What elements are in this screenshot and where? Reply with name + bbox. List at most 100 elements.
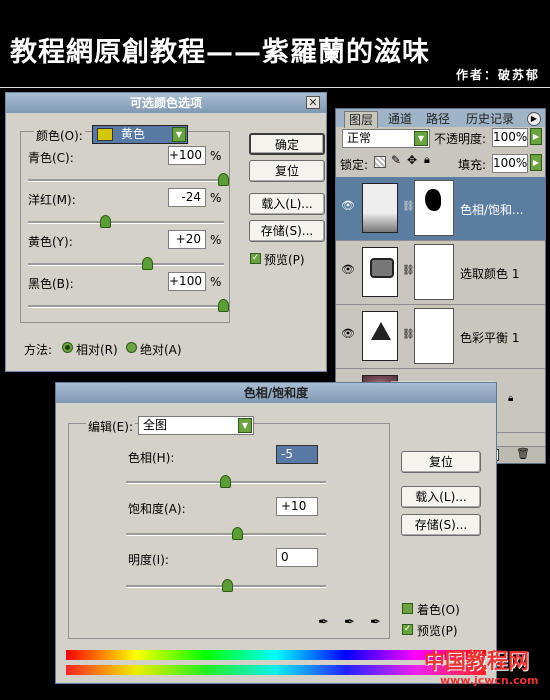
slider-handle[interactable] (218, 173, 229, 186)
preview-label: 预览(P) (417, 624, 458, 638)
slider-label: 黑色(B): (28, 277, 74, 291)
hue-saturation-dialog: 色相/饱和度 编辑(E): 全图 ▼ 色相(H): -5 饱和度(A): +10… (55, 382, 497, 684)
absolute-radio[interactable] (126, 342, 137, 353)
color-select-value: 黄色 (120, 127, 145, 141)
edit-select-value: 全图 (143, 418, 168, 432)
lock-label: 锁定: (340, 158, 369, 172)
visibility-eye-icon[interactable]: 👁︎ (340, 263, 356, 277)
dialog-title-bar: 可选颜色选项 (6, 93, 326, 113)
thumb-glyph (370, 258, 394, 278)
saturation-label: 饱和度(A): (128, 502, 186, 516)
load-button[interactable]: 载入(L)... (249, 193, 325, 215)
percent-unit: % (210, 233, 222, 247)
fill-input[interactable]: 100% (492, 154, 528, 173)
tab-history[interactable]: 历史记录 (462, 111, 518, 127)
visibility-eye-icon[interactable]: 👁︎ (340, 199, 356, 213)
selective-color-dialog: 可选颜色选项 ✕ 颜色(O): 黄色 ▼ 方法: 相对(R) 绝对(A) 确定 … (5, 92, 327, 372)
preview-checkbox[interactable]: ✓ (402, 624, 413, 635)
panel-tabs: 图层 通道 路径 历史记录 ▶ (336, 109, 545, 128)
slider-track[interactable] (28, 221, 224, 224)
saturation-input[interactable]: +10 (276, 497, 318, 516)
visibility-eye-icon[interactable]: 👁︎ (340, 327, 356, 341)
chevron-down-icon: ▼ (172, 127, 186, 142)
percent-unit: % (210, 275, 222, 289)
layer-name: 色彩平衡 1 (460, 331, 520, 345)
colorize-label: 着色(O) (417, 603, 460, 617)
lightness-slider-handle[interactable] (222, 579, 233, 592)
ok-button[interactable]: 确定 (249, 133, 325, 155)
reset-button[interactable]: 复位 (401, 451, 481, 473)
saturation-slider-track[interactable] (126, 533, 326, 536)
load-button[interactable]: 载入(L)... (401, 486, 481, 508)
hue-input[interactable]: -5 (276, 445, 318, 464)
color-swatch (97, 128, 113, 141)
percent-unit: % (210, 149, 222, 163)
close-icon[interactable]: ✕ (306, 96, 320, 109)
eyedropper-plus-icon[interactable]: ✒ (344, 615, 355, 630)
edit-select[interactable]: 全图 ▼ (138, 416, 254, 435)
colorize-checkbox[interactable] (402, 603, 413, 614)
layer-row-color-balance[interactable]: 👁︎ ⛓ 色彩平衡 1 (336, 305, 545, 369)
watermark-brand: 中国教程网 (424, 649, 529, 673)
lock-move-icon[interactable]: ✥ (407, 153, 417, 167)
panel-menu-icon[interactable]: ▶ (527, 112, 541, 126)
slider-value-input[interactable]: +100 (168, 272, 206, 291)
hue-label: 色相(H): (128, 451, 175, 465)
relative-radio[interactable] (62, 342, 73, 353)
chevron-down-icon: ▼ (238, 418, 252, 433)
lock-all-icon[interactable]: 🔒︎ (424, 153, 430, 167)
hue-slider-handle[interactable] (220, 475, 232, 488)
slider-track[interactable] (28, 179, 224, 182)
tab-paths[interactable]: 路径 (422, 111, 454, 127)
fill-slider-arrow-icon[interactable]: ▶ (530, 154, 542, 171)
lightness-label: 明度(I): (128, 553, 169, 567)
layer-row-hue-saturation[interactable]: 👁︎ ⛓ 色相/饱和... (336, 177, 545, 241)
slider-value-input[interactable]: -24 (168, 188, 206, 207)
color-select[interactable]: 黄色 ▼ (92, 125, 188, 144)
slider-value-input[interactable]: +20 (168, 230, 206, 249)
slider-handle[interactable] (218, 299, 229, 312)
slider-label: 青色(C): (28, 151, 74, 165)
dialog-title-bar: 色相/饱和度 (56, 383, 496, 403)
slider-handle[interactable] (100, 215, 112, 228)
tab-layers[interactable]: 图层 (344, 111, 379, 128)
layer-mask-thumbnail (414, 244, 454, 300)
layer-name: 选取颜色 1 (460, 267, 520, 281)
slider-track[interactable] (28, 305, 224, 308)
preview-checkbox[interactable]: ✓ (250, 253, 261, 264)
chevron-down-icon: ▼ (414, 131, 428, 146)
save-button[interactable]: 存储(S)... (401, 514, 481, 536)
slider-track[interactable] (28, 263, 224, 266)
output-color-spectrum (66, 665, 486, 675)
blend-mode-select[interactable]: 正常 ▼ (342, 129, 430, 148)
layer-row-selective-color[interactable]: 👁︎ ⛓ 选取颜色 1 (336, 241, 545, 305)
slider-label: 洋红(M): (28, 193, 76, 207)
reset-button[interactable]: 复位 (249, 160, 325, 182)
mask-shape (425, 189, 441, 211)
color-balance-thumbnail-icon (362, 311, 398, 361)
relative-radio-label: 相对(R) (76, 343, 118, 357)
lock-transparent-icon[interactable] (374, 156, 386, 168)
layer-mask-thumbnail (414, 180, 454, 236)
saturation-slider-handle[interactable] (231, 527, 243, 540)
save-button[interactable]: 存储(S)... (249, 220, 325, 242)
author-credit: 作者：破苏郁 (455, 68, 540, 82)
opacity-label: 不透明度: (434, 132, 487, 146)
watermark-url: www.jcwcn.com (440, 674, 539, 687)
lightness-input[interactable]: 0 (276, 548, 318, 567)
edit-groupbox (68, 423, 390, 639)
edit-label: 编辑(E): (86, 418, 135, 435)
eyedropper-icon[interactable]: ✒ (318, 615, 329, 630)
opacity-slider-arrow-icon[interactable]: ▶ (530, 128, 542, 145)
blend-mode-value: 正常 (347, 131, 372, 145)
link-chain-icon: ⛓ (402, 201, 415, 212)
tab-channels[interactable]: 通道 (384, 111, 416, 127)
absolute-radio-label: 绝对(A) (140, 343, 182, 357)
eyedropper-minus-icon[interactable]: ✒ (370, 615, 381, 630)
lock-brush-icon[interactable]: ✎ (391, 153, 401, 167)
opacity-input[interactable]: 100% (492, 128, 528, 147)
slider-label: 黄色(Y): (28, 235, 73, 249)
slider-handle[interactable] (142, 257, 153, 270)
trash-icon[interactable]: 🗑︎ (516, 447, 530, 460)
slider-value-input[interactable]: +100 (168, 146, 206, 165)
